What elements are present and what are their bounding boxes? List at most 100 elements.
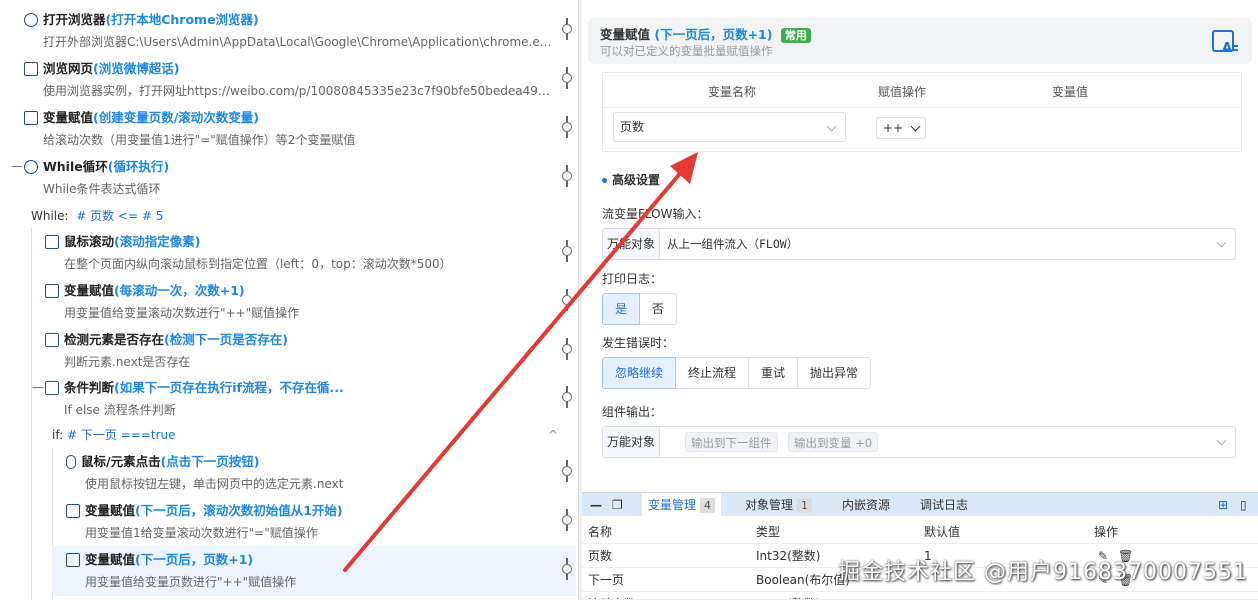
node-desc: If else 流程条件判断	[64, 403, 176, 417]
node-desc: 判断元素.next是否存在	[64, 355, 191, 369]
throw-exception-button[interactable]: 抛出异常	[797, 357, 872, 389]
stop-flow-button[interactable]: 终止流程	[675, 357, 750, 389]
node-note: (检测下一页是否存在)	[164, 332, 288, 347]
component-title: 变量赋值 (下一页后，页数+1) 常用	[600, 24, 811, 43]
column-header: 类型	[756, 525, 781, 539]
node-note: (创建变量页数/滚动次数变量)	[93, 110, 260, 125]
tab-embedded-resources[interactable]: 内嵌资源	[842, 493, 890, 517]
node-title: 变量赋值	[43, 110, 94, 125]
mouse-click-icon	[66, 455, 76, 469]
bottom-tab-bar: — ❐ 变量管理 4 对象管理 1 内嵌资源 调试日志 ⊞ ▯	[582, 492, 1258, 517]
operation-select[interactable]: ++	[876, 117, 926, 139]
mobile-icon[interactable]: ▯	[1240, 493, 1247, 517]
flow-node-browse-page[interactable]: 浏览网页 (浏览微博超话) 使用浏览器实例，打开网址https://weibo.c…	[24, 57, 564, 105]
tab-object-manager[interactable]: 对象管理 1	[745, 493, 813, 517]
flow-node-open-browser[interactable]: 打开浏览器 (打开本地Chrome浏览器) 打开外部浏览器C:\Users\Adm…	[24, 8, 564, 56]
tab-variable-manager[interactable]: 变量管理 4	[642, 493, 722, 517]
connector-port[interactable]	[562, 289, 572, 311]
flow-node-mouse-click[interactable]: 鼠标/元素点击 (点击下一页按钮) 使用鼠标按钮左键，单击网页中的选定元素.nex…	[66, 450, 564, 498]
variable-assign-icon	[66, 553, 80, 567]
tab-label: 变量管理	[648, 498, 697, 512]
advanced-label: 高级设置	[612, 173, 661, 187]
node-title: 打开浏览器	[43, 12, 106, 27]
node-title: 检测元素是否存在	[64, 332, 165, 347]
column-header: 变量名称	[708, 85, 757, 99]
flow-node-element-exists[interactable]: 检测元素是否存在 (检测下一页是否存在) 判断元素.next是否存在	[45, 328, 564, 376]
tab-debug-log[interactable]: 调试日志	[920, 493, 968, 517]
chevron-down-icon	[910, 121, 921, 132]
connector-port[interactable]	[562, 558, 572, 580]
variable-assign-icon	[66, 504, 80, 518]
node-desc: 使用浏览器实例，打开网址https://weibo.com/p/10080845…	[43, 84, 553, 98]
flow-input-field[interactable]: 万能对象 从上一组件流入（FLOW）	[602, 228, 1236, 260]
connector-port[interactable]	[562, 460, 572, 482]
collapse-toggle[interactable]: —	[11, 159, 23, 173]
var-default: 1	[924, 592, 932, 599]
component-output-field[interactable]: 万能对象 输出到下一组件 输出到变量 +0	[602, 426, 1236, 458]
connector-port[interactable]	[562, 509, 572, 531]
chevron-down-icon	[1216, 435, 1227, 446]
connector-port[interactable]	[562, 67, 572, 89]
connector-port[interactable]	[562, 240, 572, 262]
if-expression: # 下一页 ===true	[67, 428, 176, 442]
node-note: (每滚动一次，次数+1)	[114, 283, 245, 298]
restore-window-icon[interactable]: ❐	[612, 493, 623, 517]
log-no-button[interactable]: 否	[639, 293, 678, 325]
node-note: (如果下一页存在执行if流程，不存在循...	[114, 380, 344, 395]
divider	[603, 107, 1241, 108]
chevron-down-icon	[1216, 237, 1227, 248]
column-header: 操作	[1094, 525, 1119, 539]
windows-icon[interactable]: ⊞	[1218, 493, 1228, 517]
connector-port[interactable]	[562, 18, 572, 40]
connector-port[interactable]	[562, 116, 572, 138]
while-label: While:	[31, 209, 69, 223]
tab-count: 1	[797, 498, 813, 513]
flow-node-variable-assign-3[interactable]: 变量赋值 (下一页后，滚动次数初始值从1开始) 用变量值1给变量滚动次数进行"="…	[66, 499, 564, 547]
advanced-settings-heading: 高级设置	[602, 171, 660, 188]
output-chip[interactable]: 输出到变量 +0	[788, 432, 879, 452]
flow-node-variable-assign[interactable]: 变量赋值 (创建变量页数/滚动次数变量) 给滚动次数（用变量值1进行"="赋值操作…	[24, 106, 564, 154]
log-yes-button[interactable]: 是	[602, 293, 641, 325]
tree-guide-line	[31, 228, 32, 600]
retry-button[interactable]: 重试	[748, 357, 799, 389]
watermark-text: 掘金技术社区 @用户9168370007551	[838, 560, 1248, 585]
condition-icon	[45, 381, 59, 395]
flow-node-variable-assign-selected[interactable]: 变量赋值 (下一页后，页数+1) 用变量值给变量页数进行"++"赋值操作	[52, 546, 576, 596]
var-type: Int32(整数)	[756, 592, 820, 599]
output-chip[interactable]: 输出到下一组件	[685, 432, 778, 452]
connector-port[interactable]	[562, 338, 572, 360]
flow-node-condition[interactable]: 条件判断 (如果下一页存在执行if流程，不存在循... If else 流程条件判…	[45, 376, 564, 424]
node-desc: While条件表达式循环	[43, 182, 161, 196]
node-title: While循环	[43, 159, 108, 174]
node-title: 变量赋值	[64, 283, 115, 298]
component-name: 变量赋值	[600, 27, 651, 42]
flow-node-while-loop[interactable]: While循环 (循环执行) While条件表达式循环	[24, 155, 564, 203]
bullet-dot-icon	[602, 178, 607, 183]
node-title: 浏览网页	[43, 61, 94, 76]
node-title: 变量赋值	[85, 503, 136, 518]
flow-node-variable-assign-2[interactable]: 变量赋值 (每滚动一次，次数+1) 用变量值给变量滚动次数进行"++"赋值操作	[45, 279, 564, 327]
flow-node-mouse-scroll[interactable]: 鼠标滚动 (滚动指定像素) 在整个页面内纵向滚动鼠标到指定位置（left：0，to…	[45, 230, 564, 278]
while-condition: While: # 页数 <= # 5	[31, 205, 163, 227]
variable-name-value: 页数	[620, 120, 645, 134]
variable-name-select[interactable]: 页数	[613, 112, 846, 142]
flow-input-value: 从上一组件流入（FLOW）	[667, 237, 799, 251]
column-header: 赋值操作	[878, 85, 927, 99]
if-condition: if: # 下一页 ===true	[52, 424, 176, 446]
chevron-up-icon[interactable]: ^	[548, 428, 558, 442]
component-output-label: 组件输出：	[602, 405, 663, 419]
component-note: (下一页后，页数+1)	[654, 27, 773, 42]
on-error-toggle: 忽略继续 终止流程 重试 抛出异常	[602, 357, 872, 389]
connector-port[interactable]	[562, 165, 572, 187]
column-header: 变量值	[1052, 85, 1089, 99]
collapse-toggle[interactable]: —	[32, 380, 44, 394]
ignore-continue-button[interactable]: 忽略继续	[602, 357, 677, 389]
table-row[interactable]: 滚动次数 Int32(整数) 1	[582, 592, 1258, 600]
variable-assign-icon: A	[1212, 30, 1238, 56]
node-note: (点击下一页按钮)	[160, 454, 260, 469]
connector-port[interactable]	[562, 386, 572, 408]
browser-window-icon	[24, 62, 38, 76]
node-desc: 用变量值给变量页数进行"++"赋值操作	[85, 575, 297, 589]
variable-assign-icon	[24, 111, 38, 125]
minimize-icon[interactable]: —	[590, 493, 602, 517]
